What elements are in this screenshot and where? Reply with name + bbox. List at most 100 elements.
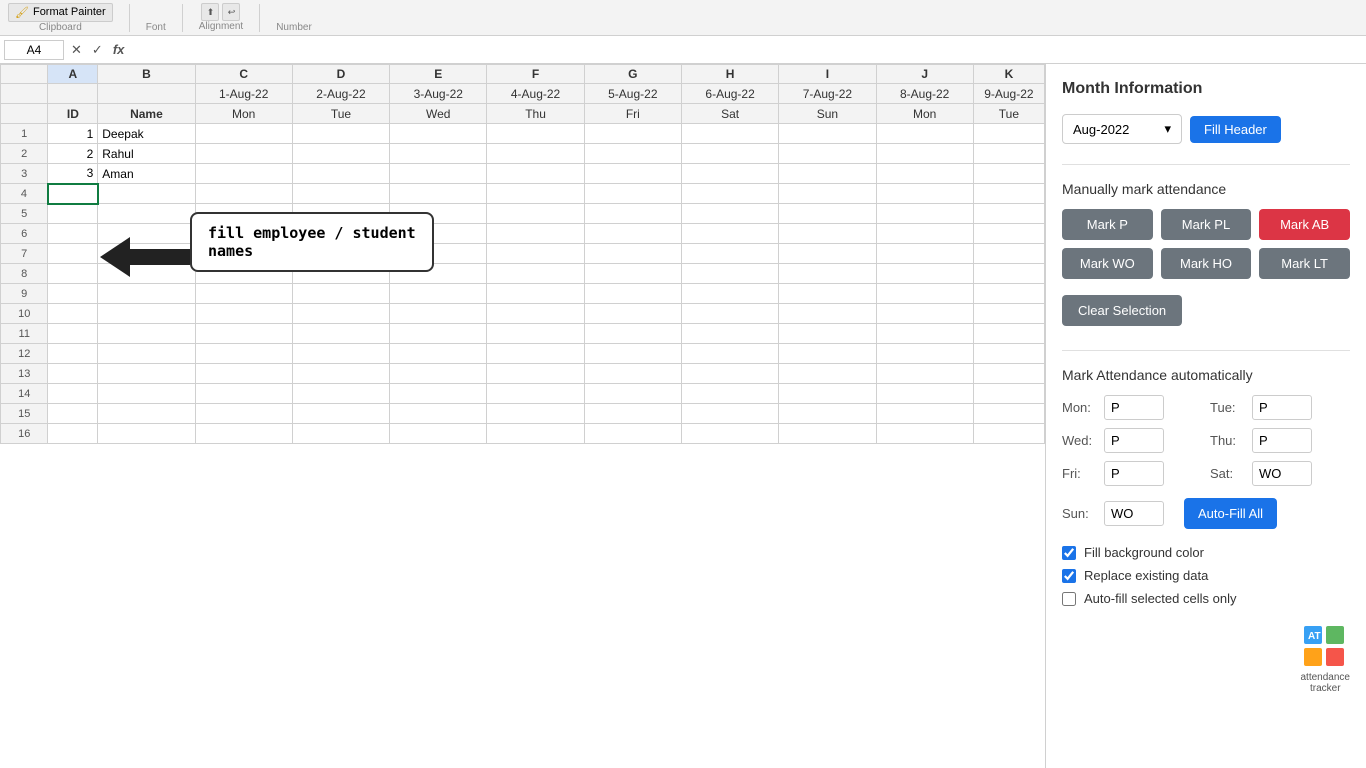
cell-reference-input[interactable] xyxy=(4,40,64,60)
id-cell-11[interactable] xyxy=(48,324,98,344)
att-cell-r3-c8[interactable] xyxy=(973,164,1044,184)
mark-ho-button[interactable]: Mark HO xyxy=(1161,248,1252,279)
att-cell-r7-c3[interactable] xyxy=(487,244,584,264)
name-cell-16[interactable] xyxy=(98,424,195,444)
att-cell-r14-c1[interactable] xyxy=(292,384,389,404)
id-cell-14[interactable] xyxy=(48,384,98,404)
att-cell-r11-c8[interactable] xyxy=(973,324,1044,344)
att-cell-r11-c0[interactable] xyxy=(195,324,292,344)
att-cell-r6-c1[interactable] xyxy=(292,224,389,244)
id-cell-8[interactable] xyxy=(48,264,98,284)
att-cell-r9-c3[interactable] xyxy=(487,284,584,304)
name-cell-5[interactable] xyxy=(98,204,195,224)
id-cell-9[interactable] xyxy=(48,284,98,304)
clear-selection-button[interactable]: Clear Selection xyxy=(1062,295,1182,326)
sat-input[interactable] xyxy=(1252,461,1312,486)
att-cell-r14-c8[interactable] xyxy=(973,384,1044,404)
att-cell-r8-c1[interactable] xyxy=(292,264,389,284)
att-cell-r10-c2[interactable] xyxy=(390,304,487,324)
att-cell-r3-c4[interactable] xyxy=(584,164,681,184)
att-cell-r10-c3[interactable] xyxy=(487,304,584,324)
col-D-header[interactable]: D xyxy=(292,65,389,84)
id-cell-10[interactable] xyxy=(48,304,98,324)
col-B-header[interactable]: B xyxy=(98,65,195,84)
att-cell-r12-c5[interactable] xyxy=(681,344,778,364)
att-cell-r6-c2[interactable] xyxy=(390,224,487,244)
fill-header-button[interactable]: Fill Header xyxy=(1190,116,1281,143)
att-cell-r15-c2[interactable] xyxy=(390,404,487,424)
att-cell-r9-c8[interactable] xyxy=(973,284,1044,304)
att-cell-r2-c5[interactable] xyxy=(681,144,778,164)
att-cell-r11-c4[interactable] xyxy=(584,324,681,344)
att-cell-r2-c0[interactable] xyxy=(195,144,292,164)
att-cell-r7-c1[interactable] xyxy=(292,244,389,264)
att-cell-r15-c0[interactable] xyxy=(195,404,292,424)
att-cell-r3-c7[interactable] xyxy=(876,164,973,184)
att-cell-r11-c6[interactable] xyxy=(779,324,876,344)
mon-input[interactable] xyxy=(1104,395,1164,420)
att-cell-r2-c2[interactable] xyxy=(390,144,487,164)
att-cell-r11-c5[interactable] xyxy=(681,324,778,344)
att-cell-r16-c8[interactable] xyxy=(973,424,1044,444)
att-cell-r14-c0[interactable] xyxy=(195,384,292,404)
name-cell-14[interactable] xyxy=(98,384,195,404)
id-cell-4[interactable] xyxy=(48,184,98,204)
att-cell-r9-c0[interactable] xyxy=(195,284,292,304)
att-cell-r2-c8[interactable] xyxy=(973,144,1044,164)
att-cell-r5-c7[interactable] xyxy=(876,204,973,224)
att-cell-r15-c3[interactable] xyxy=(487,404,584,424)
att-cell-r5-c8[interactable] xyxy=(973,204,1044,224)
att-cell-r8-c4[interactable] xyxy=(584,264,681,284)
spreadsheet-area[interactable]: A B C D E F G H I J K 1-Aug-22 xyxy=(0,64,1046,768)
name-cell-1[interactable]: Deepak xyxy=(98,124,195,144)
att-cell-r12-c4[interactable] xyxy=(584,344,681,364)
att-cell-r12-c8[interactable] xyxy=(973,344,1044,364)
mark-pl-button[interactable]: Mark PL xyxy=(1161,209,1252,240)
att-cell-r16-c1[interactable] xyxy=(292,424,389,444)
id-cell-1[interactable]: 1 xyxy=(48,124,98,144)
formula-input[interactable] xyxy=(131,40,1362,59)
att-cell-r1-c5[interactable] xyxy=(681,124,778,144)
att-cell-r2-c1[interactable] xyxy=(292,144,389,164)
att-cell-r7-c8[interactable] xyxy=(973,244,1044,264)
att-cell-r4-c1[interactable] xyxy=(292,184,389,204)
att-cell-r9-c2[interactable] xyxy=(390,284,487,304)
att-cell-r8-c5[interactable] xyxy=(681,264,778,284)
id-cell-6[interactable] xyxy=(48,224,98,244)
id-cell-12[interactable] xyxy=(48,344,98,364)
att-cell-r9-c6[interactable] xyxy=(779,284,876,304)
att-cell-r14-c4[interactable] xyxy=(584,384,681,404)
att-cell-r5-c4[interactable] xyxy=(584,204,681,224)
att-cell-r8-c7[interactable] xyxy=(876,264,973,284)
att-cell-r10-c6[interactable] xyxy=(779,304,876,324)
col-E-header[interactable]: E xyxy=(390,65,487,84)
att-cell-r13-c6[interactable] xyxy=(779,364,876,384)
att-cell-r3-c3[interactable] xyxy=(487,164,584,184)
att-cell-r4-c2[interactable] xyxy=(390,184,487,204)
wed-input[interactable] xyxy=(1104,428,1164,453)
att-cell-r15-c8[interactable] xyxy=(973,404,1044,424)
att-cell-r15-c5[interactable] xyxy=(681,404,778,424)
att-cell-r8-c3[interactable] xyxy=(487,264,584,284)
att-cell-r14-c2[interactable] xyxy=(390,384,487,404)
id-cell-13[interactable] xyxy=(48,364,98,384)
att-cell-r12-c0[interactable] xyxy=(195,344,292,364)
att-cell-r16-c4[interactable] xyxy=(584,424,681,444)
att-cell-r1-c1[interactable] xyxy=(292,124,389,144)
att-cell-r10-c5[interactable] xyxy=(681,304,778,324)
att-cell-r15-c4[interactable] xyxy=(584,404,681,424)
att-cell-r3-c6[interactable] xyxy=(779,164,876,184)
att-cell-r6-c0[interactable] xyxy=(195,224,292,244)
att-cell-r8-c6[interactable] xyxy=(779,264,876,284)
id-cell-3[interactable]: 3 xyxy=(48,164,98,184)
att-cell-r12-c2[interactable] xyxy=(390,344,487,364)
att-cell-r1-c2[interactable] xyxy=(390,124,487,144)
col-C-header[interactable]: C xyxy=(195,65,292,84)
att-cell-r5-c3[interactable] xyxy=(487,204,584,224)
att-cell-r2-c7[interactable] xyxy=(876,144,973,164)
name-cell-4[interactable] xyxy=(98,184,195,204)
att-cell-r16-c2[interactable] xyxy=(390,424,487,444)
align-top-icon[interactable]: ⬆ xyxy=(201,3,219,21)
att-cell-r6-c6[interactable] xyxy=(779,224,876,244)
att-cell-r13-c7[interactable] xyxy=(876,364,973,384)
